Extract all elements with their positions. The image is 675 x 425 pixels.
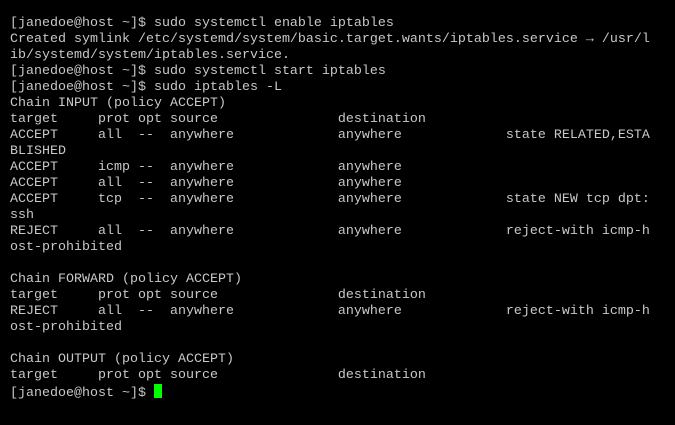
terminal-line: REJECT all -- anywhere anywhere reject-w… — [10, 304, 650, 319]
terminal-line: target prot opt source destination — [10, 368, 426, 383]
terminal-line: ACCEPT icmp -- anywhere anywhere — [10, 160, 402, 175]
terminal-line: [janedoe@host ~]$ sudo systemctl start i… — [10, 64, 386, 79]
terminal-line: BLISHED — [10, 144, 66, 159]
terminal-line: REJECT all -- anywhere anywhere reject-w… — [10, 224, 650, 239]
terminal-window[interactable]: [janedoe@host ~]$ sudo systemctl enable … — [0, 0, 675, 425]
terminal-line: ACCEPT all -- anywhere anywhere state RE… — [10, 128, 650, 143]
terminal-line: ost-prohibited — [10, 240, 122, 255]
terminal-line: target prot opt source destination — [10, 112, 426, 127]
terminal-line: [janedoe@host ~]$ sudo iptables -L — [10, 80, 282, 95]
shell-prompt: [janedoe@host ~]$ — [10, 386, 154, 401]
terminal-line: ssh — [10, 208, 34, 223]
prompt-line[interactable]: [janedoe@host ~]$ — [10, 384, 675, 401]
terminal-line: Chain INPUT (policy ACCEPT) — [10, 96, 226, 111]
terminal-line: ib/systemd/system/iptables.service. — [10, 48, 290, 63]
terminal-line: [janedoe@host ~]$ sudo systemctl enable … — [10, 16, 394, 31]
terminal-cursor — [153, 384, 162, 398]
terminal-line: ACCEPT tcp -- anywhere anywhere state NE… — [10, 192, 650, 207]
terminal-line: Chain OUTPUT (policy ACCEPT) — [10, 352, 234, 367]
terminal-line: ost-prohibited — [10, 320, 122, 335]
terminal-line: ACCEPT all -- anywhere anywhere — [10, 176, 402, 191]
terminal-line: Chain FORWARD (policy ACCEPT) — [10, 272, 242, 287]
terminal-line: target prot opt source destination — [10, 288, 426, 303]
terminal-line: Created symlink /etc/systemd/system/basi… — [10, 32, 650, 47]
